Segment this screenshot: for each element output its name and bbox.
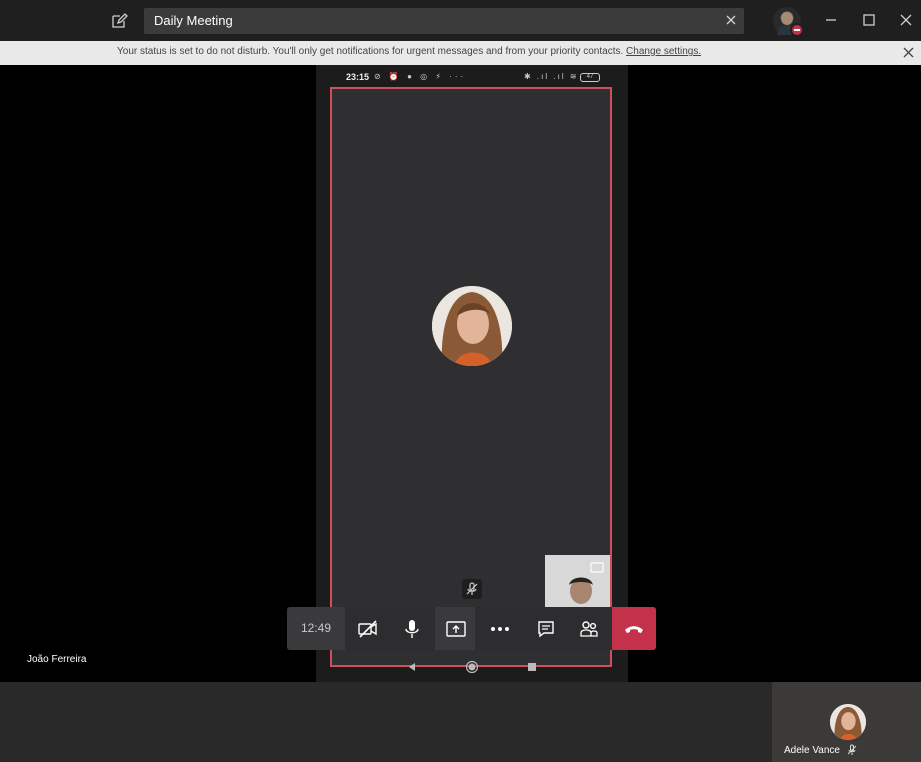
microphone-button[interactable] (391, 607, 431, 650)
shared-content-frame (330, 87, 612, 667)
camera-off-icon (358, 620, 377, 638)
hang-up-button[interactable] (612, 607, 656, 650)
muted-mic-icon (847, 744, 857, 755)
participant-strip: Adele Vance (0, 682, 921, 762)
microphone-icon (405, 620, 419, 638)
phone-notification-icons: ⊘ ⏰ ● ◎ ⚡ ··· (374, 72, 467, 81)
search-input[interactable]: Daily Meeting (154, 13, 233, 28)
dnd-status-badge (790, 23, 804, 37)
participants-button[interactable] (568, 607, 608, 650)
caller-avatar (432, 286, 512, 366)
notification-message: Your status is set to do not disturb. Yo… (117, 46, 624, 57)
minimize-icon[interactable] (822, 11, 840, 29)
call-timer: 12:49 (287, 607, 345, 650)
notification-text: Your status is set to do not disturb. Yo… (117, 46, 701, 57)
back-nav-icon[interactable] (405, 660, 419, 674)
chat-button[interactable] (525, 607, 565, 650)
maximize-icon[interactable] (860, 11, 878, 29)
battery-icon: 47 (580, 73, 600, 82)
dnd-notification-bar: Your status is set to do not disturb. Yo… (0, 41, 921, 65)
change-settings-link[interactable]: Change settings. (626, 46, 701, 57)
recents-nav-icon[interactable] (525, 660, 539, 674)
hang-up-icon (625, 626, 643, 633)
phone-signal-icons: ✱ .ıl .ıl ≋ (524, 72, 579, 81)
android-nav-bar (316, 652, 628, 682)
participant-name: Adele Vance (784, 745, 840, 756)
call-controls: 12:49 (287, 607, 656, 650)
close-window-icon[interactable] (897, 11, 915, 29)
muted-mic-icon (462, 579, 482, 599)
meeting-stage: 23:15 ⊘ ⏰ ● ◎ ⚡ ··· ✱ .ıl .ıl ≋ 47 João … (0, 65, 921, 682)
dismiss-notification-icon[interactable] (902, 46, 915, 59)
participant-tile[interactable]: Adele Vance (772, 682, 921, 762)
compose-icon[interactable] (110, 12, 128, 30)
phone-time: 23:15 (346, 72, 370, 82)
camera-off-button[interactable] (347, 607, 387, 650)
more-options-icon (491, 627, 509, 631)
share-screen-icon (446, 621, 466, 637)
phone-status-bar: 23:15 ⊘ ⏰ ● ◎ ⚡ ··· ✱ .ıl .ıl ≋ 47 (316, 65, 628, 87)
more-actions-button[interactable] (479, 607, 519, 650)
home-nav-icon[interactable] (465, 660, 479, 674)
participant-avatar (830, 704, 866, 740)
shared-phone-screen: 23:15 ⊘ ⏰ ● ◎ ⚡ ··· ✱ .ıl .ıl ≋ 47 (316, 65, 628, 682)
presenter-name-label: João Ferreira (27, 654, 87, 665)
title-bar: Daily Meeting (0, 0, 921, 41)
search-box[interactable]: Daily Meeting (144, 8, 744, 34)
participants-icon (580, 621, 598, 637)
chat-icon (538, 621, 554, 638)
close-icon[interactable] (724, 13, 738, 27)
share-screen-button[interactable] (435, 607, 475, 650)
profile-avatar[interactable] (773, 7, 804, 37)
